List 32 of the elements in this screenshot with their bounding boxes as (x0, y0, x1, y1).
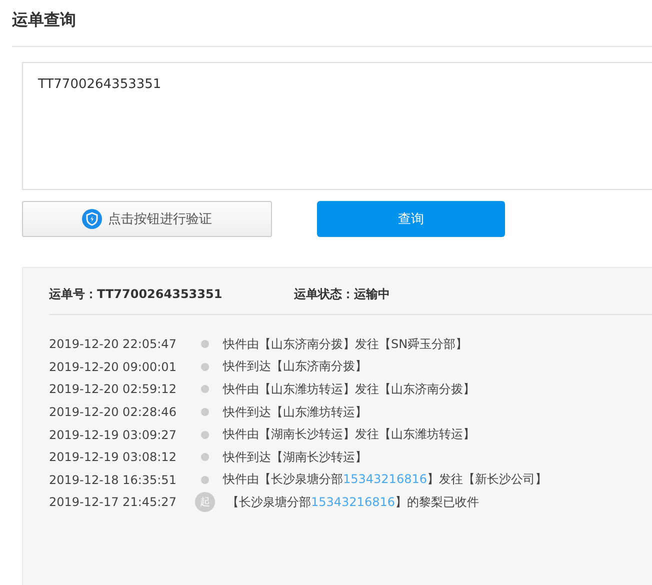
timeline-dot (201, 385, 209, 394)
event-time: 2019-12-20 02:28:46 (49, 405, 178, 420)
waybill-number: 运单号：TT7700264353351 (49, 286, 224, 302)
timeline-dot (201, 362, 209, 371)
timeline-dot (201, 340, 209, 348)
timeline-dot (201, 430, 209, 439)
event-time: 2019-12-17 21:45:27 (49, 495, 178, 510)
event-description: 快件由【山东潍坊转运】发往【山东济南分拨】 (223, 380, 475, 398)
waybill-input[interactable]: TT7700264353351 (22, 62, 652, 190)
timeline-dot (201, 476, 209, 484)
verify-button[interactable]: 点击按钮进行验证 (22, 201, 272, 237)
event-description: 快件由【湖南长沙转运】发往【山东潍坊转运】 (223, 426, 475, 444)
event-description: 快件到达【山东潍坊转运】 (223, 404, 367, 421)
event-description: 快件到达【湖南长沙转运】 (223, 448, 367, 466)
timeline-dot (201, 408, 209, 416)
event-time: 2019-12-19 03:08:12 (49, 450, 178, 464)
shield-icon (82, 209, 102, 229)
timeline-dot (201, 453, 209, 462)
event-time: 2019-12-20 09:00:01 (49, 360, 178, 374)
event-time: 2019-12-18 16:35:51 (49, 472, 178, 487)
waybill-status: 运单状态：运输中 (294, 286, 391, 302)
event-description: 快件到达【山东济南分拨】 (223, 358, 367, 376)
page-title: 运单查询 (12, 9, 77, 31)
event-description: 快件由【长沙泉塘分部15343216816】发往【新长沙公司】 (223, 471, 547, 488)
phone-link[interactable]: 15343216816 (343, 472, 427, 486)
phone-link[interactable]: 15343216816 (311, 494, 395, 509)
event-description: 快件由【山东济南分拨】发往【SN舜玉分部】 (223, 336, 468, 353)
event-time: 2019-12-19 03:09:27 (49, 428, 178, 442)
query-button[interactable]: 查询 (317, 201, 505, 237)
event-time: 2019-12-20 02:59:12 (49, 382, 178, 396)
event-description: 【长沙泉塘分部15343216816】的黎梨已收件 (227, 494, 479, 511)
event-time: 2019-12-20 22:05:47 (49, 337, 178, 352)
